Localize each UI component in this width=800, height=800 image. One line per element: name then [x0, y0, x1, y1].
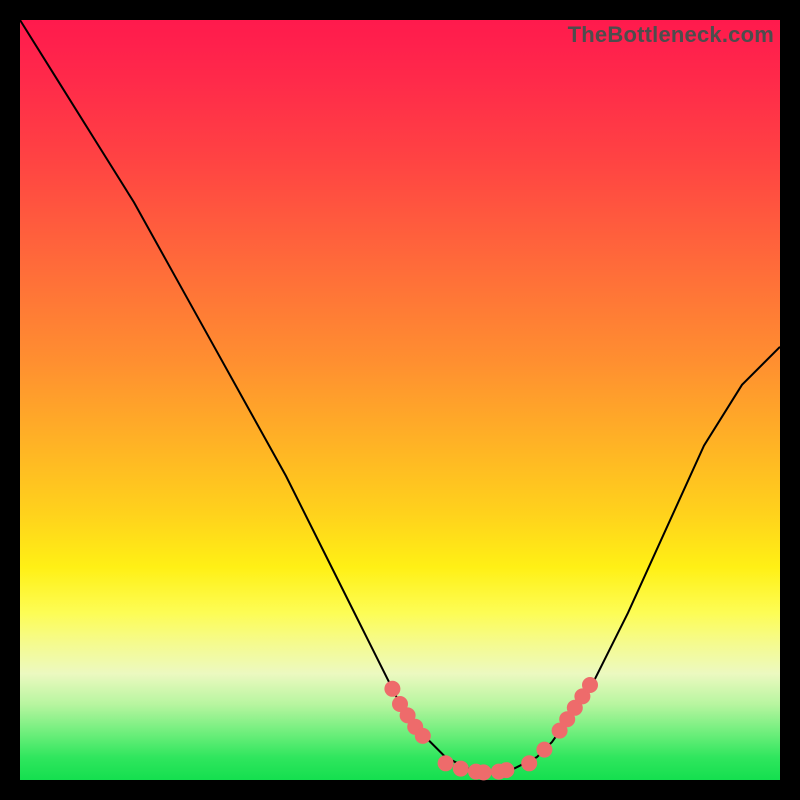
bottleneck-curve	[20, 20, 780, 772]
marker-dot	[384, 681, 400, 697]
marker-dot	[582, 677, 598, 693]
marker-dot	[415, 728, 431, 744]
chart-frame: TheBottleneck.com	[20, 20, 780, 780]
chart-overlay	[20, 20, 780, 780]
marker-dot	[536, 742, 552, 758]
marker-dot	[521, 755, 537, 771]
marker-dot	[498, 762, 514, 778]
marker-dot	[438, 755, 454, 771]
marker-dot	[453, 761, 469, 777]
marker-group	[384, 677, 598, 780]
marker-dot	[476, 764, 492, 780]
